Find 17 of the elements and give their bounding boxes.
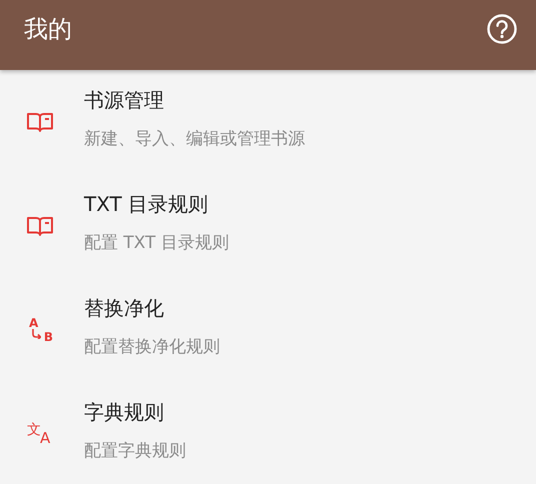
help-icon[interactable] [486,13,518,45]
item-title: TXT 目录规则 [84,191,210,217]
menu-item[interactable]: TXT 目录规则 配置 TXT 目录规则 [0,174,536,278]
book-icon [26,111,54,133]
menu-item[interactable]: 文A 字典规则 配置字典规则 [0,382,536,484]
item-subtitle: 新建、导入、编辑或管理书源 [84,128,305,151]
page-title: 我的 [24,14,72,45]
item-subtitle: 配置替换净化规则 [84,336,220,359]
menu-item[interactable]: A B 替换净化 配置替换净化规则 [0,278,536,382]
item-title: 替换净化 [84,295,165,321]
item-title: 书源管理 [84,87,165,113]
translate-icon: 文A [27,422,53,446]
item-subtitle: 配置 TXT 目录规则 [84,232,229,255]
item-subtitle: 配置字典规则 [84,440,186,463]
item-title: 字典规则 [84,399,165,425]
menu-item[interactable]: 书源管理 新建、导入、编辑或管理书源 [0,70,536,174]
book-icon [26,215,54,237]
